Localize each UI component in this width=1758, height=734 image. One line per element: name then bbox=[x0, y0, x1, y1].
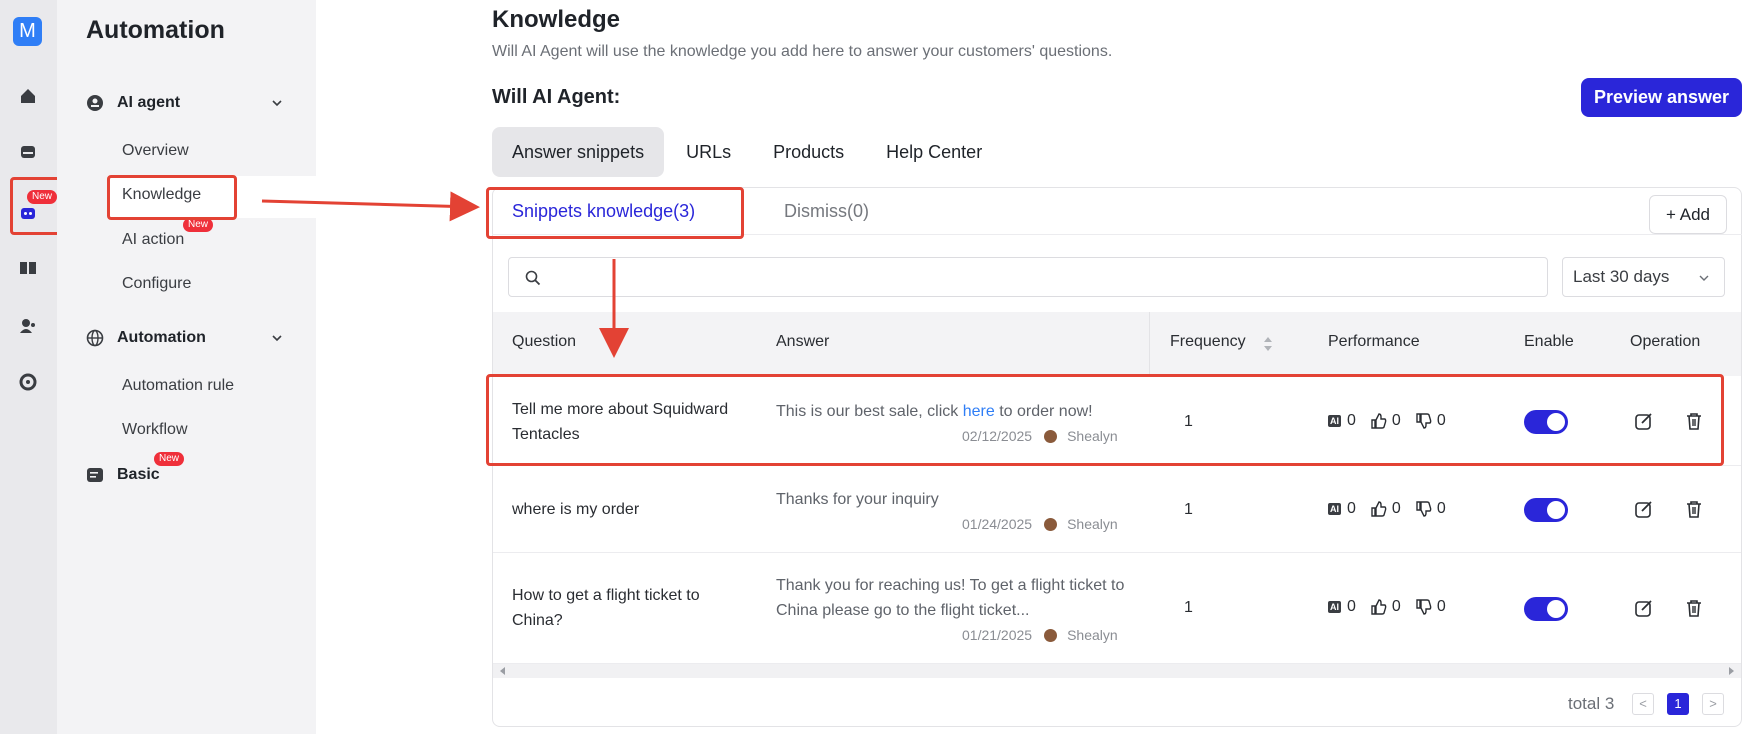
ai-badge-icon: AI bbox=[1328, 601, 1341, 613]
delete-icon[interactable] bbox=[1684, 598, 1704, 618]
knowledge-tabs: Answer snippets URLs Products Help Cente… bbox=[492, 127, 1004, 177]
basic-icon bbox=[87, 468, 103, 482]
pagination-total: total 3 bbox=[1568, 694, 1615, 713]
row-answer: Thanks for your inquiry bbox=[776, 491, 939, 508]
edit-icon[interactable] bbox=[1634, 598, 1654, 618]
chevron-down-icon[interactable] bbox=[271, 97, 283, 109]
pagination-prev[interactable]: < bbox=[1632, 693, 1654, 715]
sidebar-item-ai-action[interactable]: AI action bbox=[122, 231, 184, 249]
sidebar-item-configure[interactable]: Configure bbox=[122, 275, 191, 293]
enable-toggle[interactable] bbox=[1524, 498, 1568, 522]
settings-icon[interactable] bbox=[19, 373, 37, 391]
column-answer: Answer bbox=[776, 333, 830, 350]
column-performance: Performance bbox=[1328, 333, 1420, 350]
search-input[interactable] bbox=[508, 257, 1548, 297]
sidebar-item-workflow[interactable]: Workflow bbox=[122, 421, 188, 439]
ai-count: 0 bbox=[1347, 500, 1356, 517]
ai-badge-icon: AI bbox=[1328, 503, 1341, 515]
subtab-dismiss[interactable]: Dismiss(0) bbox=[784, 201, 869, 222]
row-meta: 01/21/2025 Shealyn bbox=[962, 627, 1118, 643]
sidebar-item-overview[interactable]: Overview bbox=[122, 142, 189, 160]
row-author: Shealyn bbox=[1067, 516, 1118, 532]
horizontal-scrollbar[interactable] bbox=[493, 664, 1741, 678]
page-title: Knowledge bbox=[492, 6, 621, 33]
scroll-left-icon[interactable] bbox=[499, 667, 507, 675]
row-frequency: 1 bbox=[1184, 599, 1193, 616]
chevron-down-icon bbox=[1699, 275, 1709, 281]
column-enable: Enable bbox=[1524, 333, 1574, 350]
new-badge: New bbox=[183, 218, 214, 232]
enable-toggle[interactable] bbox=[1524, 597, 1568, 621]
ai-count: 0 bbox=[1347, 598, 1356, 615]
sidebar-item-automation-rule[interactable]: Automation rule bbox=[122, 377, 234, 395]
row-performance: AI 0 0 0 bbox=[1328, 598, 1460, 616]
thumbs-down-icon bbox=[1416, 501, 1432, 517]
sidebar: Automation AI agent Overview Knowledge A… bbox=[57, 0, 363, 734]
home-icon[interactable] bbox=[19, 87, 37, 105]
icon-rail: M New bbox=[0, 0, 58, 734]
annotation-highlight-knowledge bbox=[107, 175, 237, 220]
avatar bbox=[1044, 517, 1058, 531]
down-count: 0 bbox=[1436, 500, 1446, 517]
page-subtitle: Will AI Agent will use the knowledge you… bbox=[492, 43, 1113, 60]
column-operation: Operation bbox=[1630, 333, 1701, 350]
row-meta: 01/24/2025 Shealyn bbox=[962, 516, 1118, 532]
tab-urls[interactable]: URLs bbox=[666, 127, 751, 177]
annotation-highlight-row bbox=[486, 374, 1724, 466]
up-count: 0 bbox=[1391, 598, 1401, 615]
row-question: How to get a flight ticket to China? bbox=[512, 587, 700, 629]
scroll-right-icon[interactable] bbox=[1727, 667, 1735, 675]
delete-icon[interactable] bbox=[1684, 499, 1704, 519]
chevron-down-icon[interactable] bbox=[271, 332, 283, 344]
add-button[interactable]: + Add bbox=[1649, 195, 1727, 234]
row-performance: AI 0 0 0 bbox=[1328, 500, 1460, 518]
section-ai-agent[interactable]: AI agent bbox=[86, 91, 180, 115]
row-question: where is my order bbox=[512, 501, 640, 518]
section-label: Automation bbox=[117, 329, 206, 346]
column-divider bbox=[1149, 312, 1150, 376]
contacts-icon[interactable] bbox=[19, 317, 37, 335]
column-frequency[interactable]: Frequency bbox=[1170, 333, 1246, 351]
thumbs-up-icon bbox=[1371, 501, 1387, 517]
row-date: 01/21/2025 bbox=[962, 627, 1033, 643]
search-icon bbox=[525, 270, 541, 286]
up-count: 0 bbox=[1391, 500, 1401, 517]
preview-answer-button[interactable]: Preview answer bbox=[1581, 78, 1742, 117]
section-label: AI agent bbox=[117, 94, 181, 111]
pagination-next[interactable]: > bbox=[1702, 693, 1724, 715]
inbox-icon[interactable] bbox=[19, 143, 37, 161]
section-automation[interactable]: Automation bbox=[86, 326, 206, 350]
sort-icon[interactable] bbox=[1263, 336, 1273, 352]
thumbs-down-icon bbox=[1416, 599, 1432, 615]
edit-icon[interactable] bbox=[1634, 499, 1654, 519]
robot-icon bbox=[87, 95, 103, 111]
row-frequency: 1 bbox=[1184, 501, 1193, 518]
new-badge: New bbox=[154, 452, 185, 466]
annotation-highlight-subtab bbox=[486, 187, 744, 239]
thumbs-up-icon bbox=[1371, 599, 1387, 615]
section-basic[interactable]: Basic bbox=[86, 463, 160, 487]
avatar bbox=[1044, 628, 1058, 642]
pagination-page[interactable]: 1 bbox=[1667, 693, 1689, 715]
sidebar-title: Automation bbox=[86, 16, 225, 44]
book-icon[interactable] bbox=[19, 259, 37, 277]
tab-help-center[interactable]: Help Center bbox=[866, 127, 1002, 177]
tab-answer-snippets[interactable]: Answer snippets bbox=[492, 127, 665, 177]
date-range-select[interactable]: Last 30 days bbox=[1562, 257, 1725, 297]
row-date: 01/24/2025 bbox=[962, 516, 1033, 532]
down-count: 0 bbox=[1436, 598, 1446, 615]
app-logo[interactable]: M bbox=[13, 17, 42, 46]
tab-products[interactable]: Products bbox=[753, 127, 864, 177]
row-answer: Thank you for reaching us! To get a flig… bbox=[776, 577, 1125, 619]
row-author: Shealyn bbox=[1067, 627, 1118, 643]
globe-icon bbox=[86, 329, 104, 347]
date-range-value: Last 30 days bbox=[1573, 267, 1670, 286]
agent-label: Will AI Agent: bbox=[492, 86, 621, 108]
section-label: Basic bbox=[117, 466, 160, 483]
column-question: Question bbox=[512, 333, 577, 350]
